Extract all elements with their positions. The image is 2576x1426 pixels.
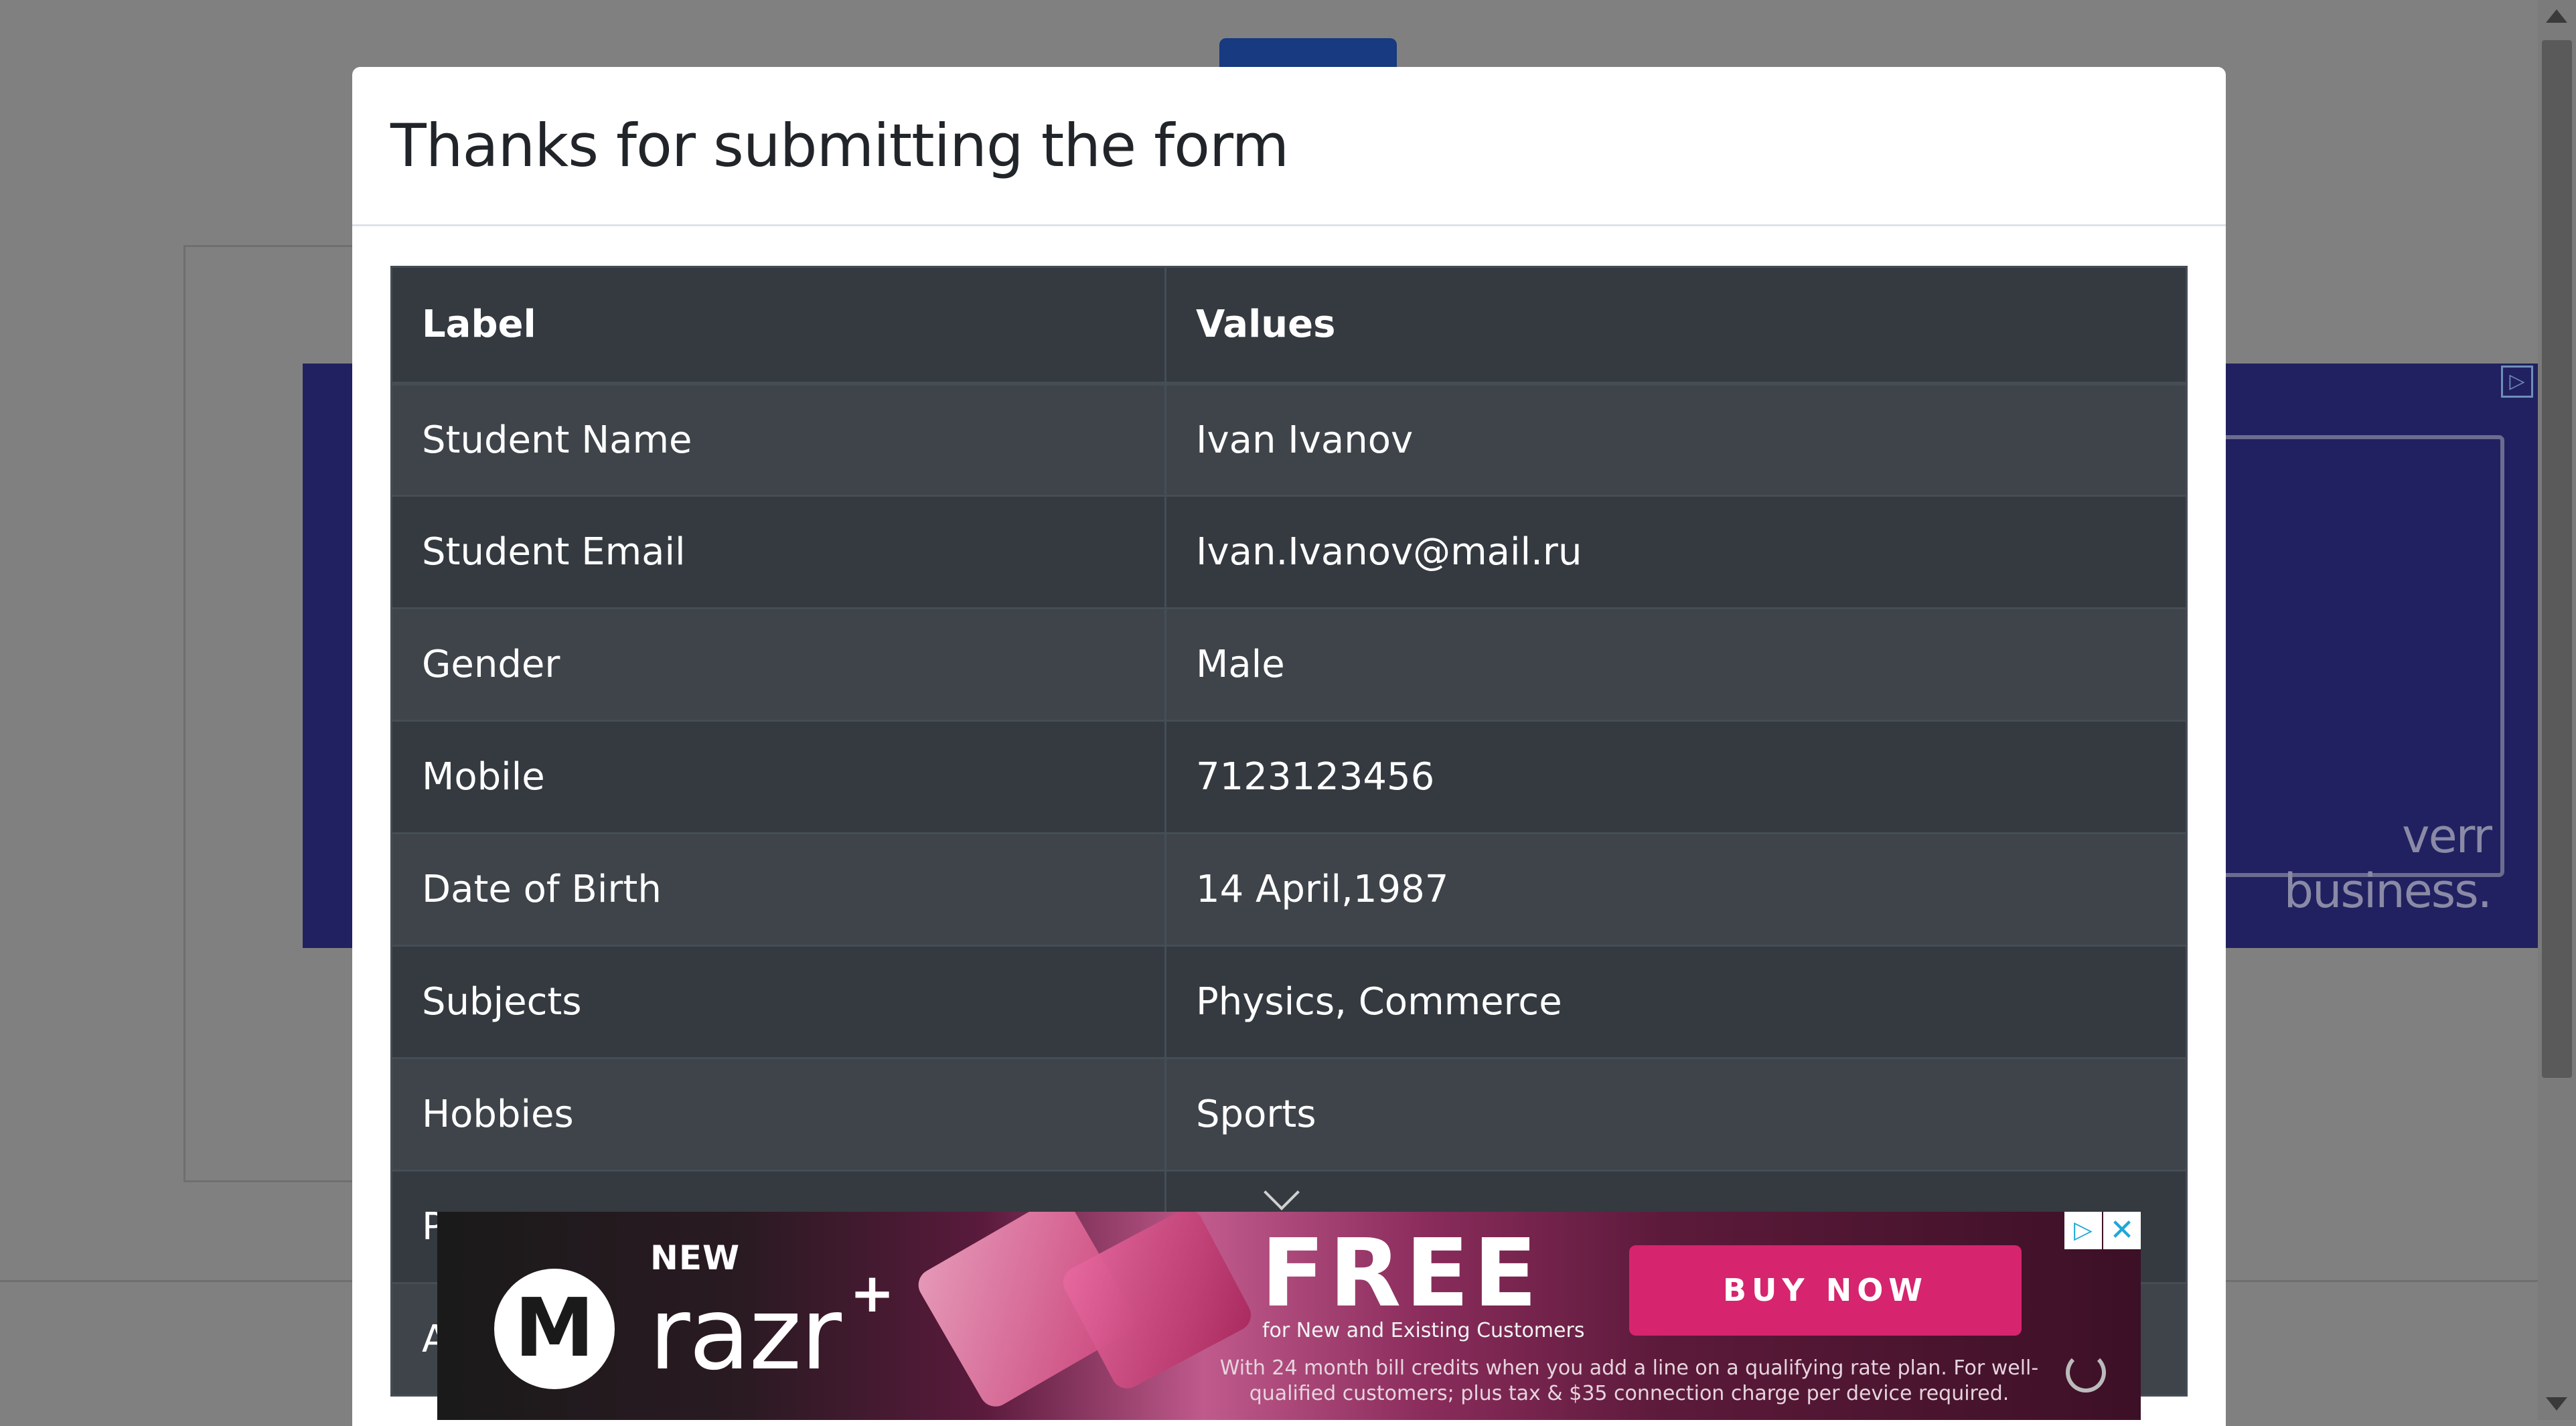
modal-title: Thanks for submitting the form	[390, 111, 1289, 180]
ad-product-name: razr	[649, 1276, 842, 1393]
column-header-label: Label	[390, 266, 1166, 386]
close-icon[interactable]: ✕	[2103, 1212, 2141, 1249]
motorola-logo-icon: M	[494, 1269, 615, 1389]
ad-buy-now-button[interactable]: BUY NOW	[1629, 1245, 2022, 1336]
row-value: 7123123456	[1164, 720, 2188, 834]
ad-choices-icon[interactable]: ▷	[2501, 366, 2533, 398]
row-label: Subjects	[390, 945, 1166, 1059]
row-value: 14 April,1987	[1164, 832, 2188, 947]
page-scrollbar[interactable]	[2538, 0, 2576, 1420]
background-ad-brand: verr business.	[2283, 809, 2492, 919]
ad-new-label: NEW	[650, 1239, 741, 1277]
row-value: Sports	[1164, 1057, 2188, 1172]
row-label: Student Email	[390, 495, 1166, 609]
row-value: Physics, Commerce	[1164, 945, 2188, 1059]
row-label: Gender	[390, 607, 1166, 722]
ad-product-plus: +	[850, 1262, 895, 1324]
table-row: Subjects Physics, Commerce	[390, 945, 2188, 1059]
scroll-up-arrow-icon[interactable]	[2546, 9, 2567, 23]
row-label: Student Name	[390, 382, 1166, 497]
row-value: Male	[1164, 607, 2188, 722]
column-header-values: Values	[1164, 266, 2188, 386]
row-label: Date of Birth	[390, 832, 1166, 947]
table-header-row: Label Values	[390, 266, 2188, 386]
bottom-ad-banner[interactable]: M NEW razr + FREE for New and Existing C…	[437, 1212, 2141, 1420]
ad-choices-icon[interactable]: ▷	[2064, 1212, 2102, 1249]
ad-headline: FREE	[1261, 1219, 1541, 1328]
modal-header: Thanks for submitting the form	[352, 67, 2226, 226]
row-label: Mobile	[390, 720, 1166, 834]
ad-subline: for New and Existing Customers	[1262, 1319, 1585, 1342]
refresh-icon[interactable]	[2066, 1352, 2106, 1393]
ad-fine-print: With 24 month bill credits when you add …	[1219, 1356, 2039, 1405]
table-row: Date of Birth 14 April,1987	[390, 832, 2188, 947]
scroll-thumb[interactable]	[2542, 40, 2572, 1078]
table-row: Student Email Ivan.Ivanov@mail.ru	[390, 495, 2188, 609]
table-row: Student Name Ivan Ivanov	[390, 382, 2188, 497]
row-label: Hobbies	[390, 1057, 1166, 1172]
table-row: Hobbies Sports	[390, 1057, 2188, 1172]
scroll-down-arrow-icon[interactable]	[2546, 1397, 2567, 1411]
row-value: Ivan.Ivanov@mail.ru	[1164, 495, 2188, 609]
table-row: Mobile 7123123456	[390, 720, 2188, 834]
table-row: Gender Male	[390, 607, 2188, 722]
row-value: Ivan Ivanov	[1164, 382, 2188, 497]
